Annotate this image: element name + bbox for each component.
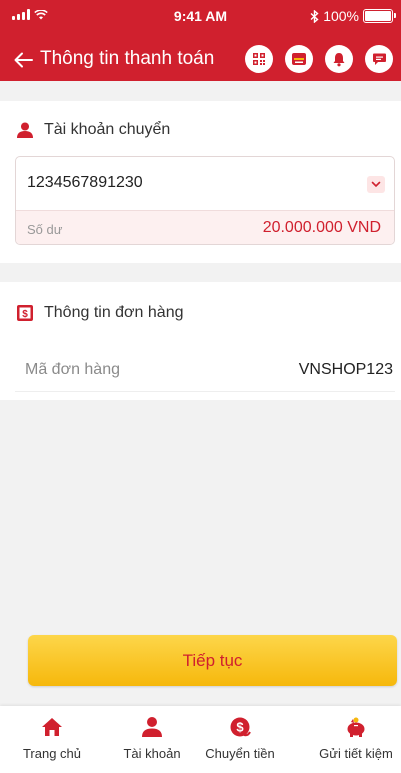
nav-account[interactable]: Tài khoản xyxy=(117,706,187,773)
order-info-section: $ Thông tin đơn hàng Mã đơn hàng VNSHOP1… xyxy=(0,282,401,400)
user-icon xyxy=(142,717,162,737)
battery-icon xyxy=(363,9,396,23)
battery-percent: 100% xyxy=(323,8,359,24)
back-arrow-icon[interactable] xyxy=(10,46,38,74)
user-icon xyxy=(17,122,33,138)
home-icon xyxy=(42,718,62,736)
bottom-nav: Trang chủ Tài khoản $ Chuyển tiền Gửi ti… xyxy=(0,706,401,773)
nav-transfer[interactable]: $ Chuyển tiền xyxy=(197,706,283,773)
section-title: Thông tin đơn hàng xyxy=(44,304,184,321)
nav-account-label: Tài khoản xyxy=(123,746,181,761)
qr-code-icon[interactable] xyxy=(245,45,273,73)
account-card: 1234567891230 Số dư 20.000.000 VND xyxy=(15,156,395,245)
nav-savings-label: Gửi tiết kiệm xyxy=(319,746,393,761)
nav-transfer-label: Chuyển tiền xyxy=(205,746,275,761)
balance-row: Số dư 20.000.000 VND xyxy=(16,210,394,244)
header: 9:41 AM 100% Thông tin thanh toán xyxy=(0,0,401,81)
order-info-heading: $ Thông tin đơn hàng xyxy=(16,304,183,322)
svg-text:$: $ xyxy=(236,720,244,735)
nav-home-label: Trang chủ xyxy=(22,746,82,761)
nav-home[interactable]: Trang chủ xyxy=(22,706,82,773)
page-title: Thông tin thanh toán xyxy=(40,48,215,69)
order-code-row: Mã đơn hàng VNSHOP123 xyxy=(15,352,395,392)
chevron-down-icon[interactable] xyxy=(367,176,385,193)
balance-value: 20.000.000 VND xyxy=(262,219,381,236)
account-number: 1234567891230 xyxy=(27,174,143,191)
account-select[interactable]: 1234567891230 xyxy=(16,157,394,210)
order-code-value: VNSHOP123 xyxy=(298,361,393,378)
nav-bar: Thông tin thanh toán xyxy=(0,40,401,80)
nav-savings[interactable]: Gửi tiết kiệm xyxy=(311,706,401,773)
header-actions xyxy=(245,45,393,73)
bluetooth-icon xyxy=(310,9,319,23)
bell-icon[interactable] xyxy=(325,45,353,73)
balance-label: Số dư xyxy=(27,222,63,237)
svg-text:$: $ xyxy=(22,309,28,320)
continue-button[interactable]: Tiếp tục xyxy=(28,635,397,686)
source-account-heading: Tài khoản chuyển xyxy=(16,121,170,139)
piggy-bank-icon xyxy=(347,717,365,737)
source-account-section: Tài khoản chuyển 1234567891230 Số dư 20.… xyxy=(0,101,401,263)
chat-icon[interactable] xyxy=(365,45,393,73)
scan-icon[interactable] xyxy=(285,45,313,73)
invoice-icon: $ xyxy=(17,305,33,321)
status-right: 100% xyxy=(310,8,396,24)
status-bar: 9:41 AM 100% xyxy=(0,0,401,34)
section-title: Tài khoản chuyển xyxy=(44,121,171,138)
order-code-label: Mã đơn hàng xyxy=(25,361,120,378)
money-transfer-icon: $ xyxy=(230,717,251,737)
